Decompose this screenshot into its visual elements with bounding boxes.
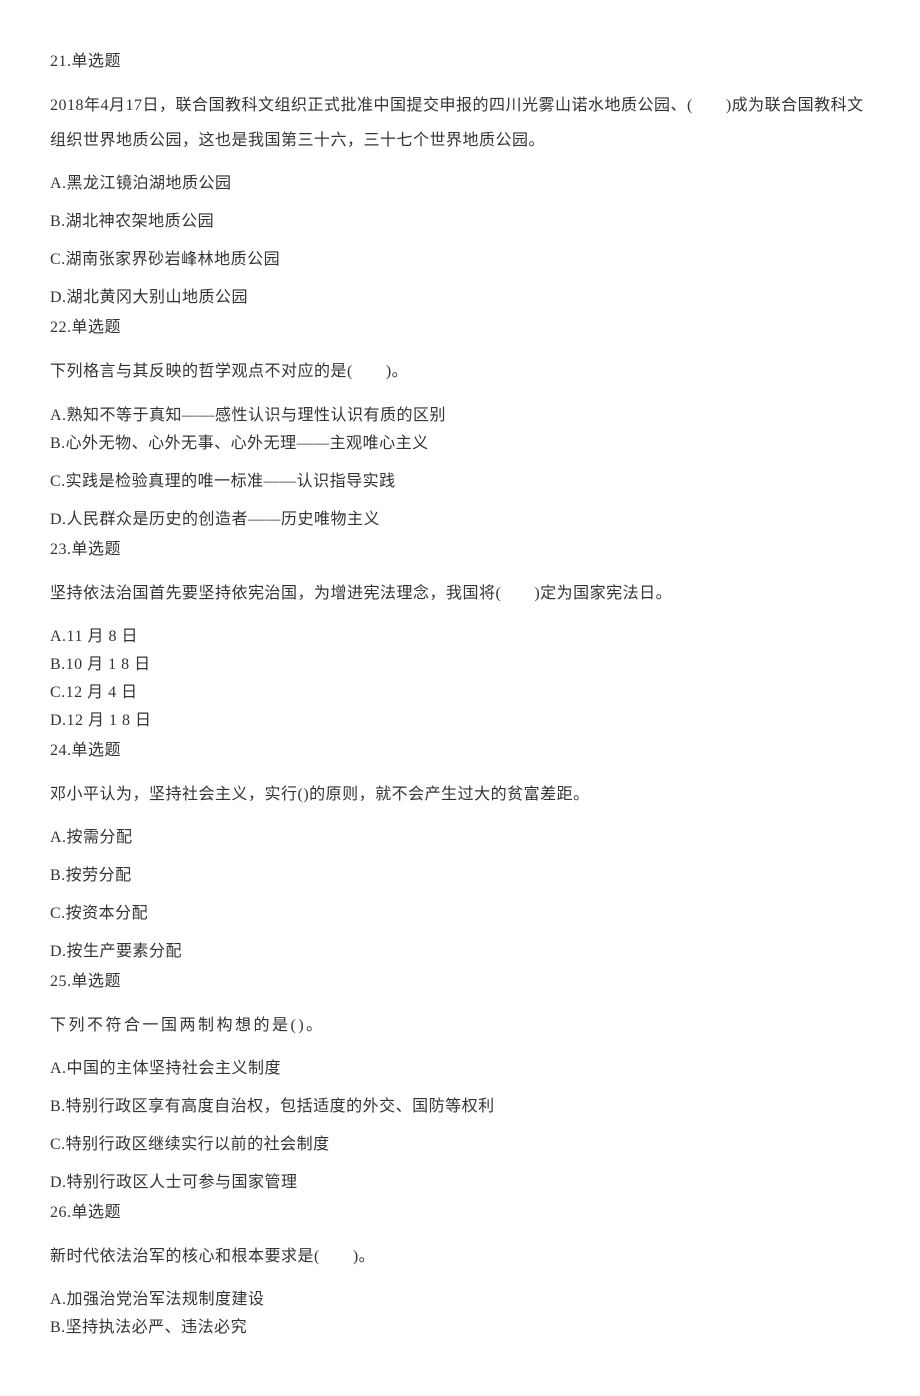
- question-21: 21.单选题 2018年4月17日，联合国教科文组织正式批准中国提交申报的四川光…: [50, 50, 870, 310]
- question-header: 24.单选题: [50, 739, 870, 763]
- option-c: C.湖南张家界砂岩峰林地质公园: [50, 248, 870, 272]
- option-d: D.按生产要素分配: [50, 940, 870, 964]
- option-d: D.人民群众是历史的创造者——历史唯物主义: [50, 508, 870, 532]
- option-a: A.熟知不等于真知——感性认识与理性认识有质的区别: [50, 404, 870, 428]
- question-stem: 新时代依法治军的核心和根本要求是( )。: [50, 1239, 870, 1274]
- option-d: D.特别行政区人士可参与国家管理: [50, 1171, 870, 1195]
- question-stem: 2018年4月17日，联合国教科文组织正式批准中国提交申报的四川光雾山诺水地质公…: [50, 88, 870, 158]
- option-a: A.11 月 8 日: [50, 625, 870, 649]
- question-25: 25.单选题 下列不符合一国两制构想的是()。 A.中国的主体坚持社会主义制度 …: [50, 970, 870, 1195]
- question-stem: 邓小平认为，坚持社会主义，实行()的原则，就不会产生过大的贫富差距。: [50, 777, 870, 812]
- option-b: B.特别行政区享有高度自治权，包括适度的外交、国防等权利: [50, 1095, 870, 1119]
- option-a: A.按需分配: [50, 826, 870, 850]
- option-d: D.湖北黄冈大别山地质公园: [50, 286, 870, 310]
- option-d: D.12 月 1 8 日: [50, 709, 870, 733]
- question-24: 24.单选题 邓小平认为，坚持社会主义，实行()的原则，就不会产生过大的贫富差距…: [50, 739, 870, 964]
- question-header: 21.单选题: [50, 50, 870, 74]
- option-b: B.按劳分配: [50, 864, 870, 888]
- question-stem: 下列不符合一国两制构想的是()。: [50, 1008, 870, 1043]
- question-26: 26.单选题 新时代依法治军的核心和根本要求是( )。 A.加强治党治军法规制度…: [50, 1201, 870, 1340]
- option-c: C.实践是检验真理的唯一标准——认识指导实践: [50, 470, 870, 494]
- option-c: C.特别行政区继续实行以前的社会制度: [50, 1133, 870, 1157]
- option-b: B.心外无物、心外无事、心外无理——主观唯心主义: [50, 432, 870, 456]
- option-a: A.中国的主体坚持社会主义制度: [50, 1057, 870, 1081]
- question-23: 23.单选题 坚持依法治国首先要坚持依宪治国，为增进宪法理念，我国将( )定为国…: [50, 538, 870, 733]
- option-b: B.湖北神农架地质公园: [50, 210, 870, 234]
- option-c: C.12 月 4 日: [50, 681, 870, 705]
- option-a: A.加强治党治军法规制度建设: [50, 1288, 870, 1312]
- question-header: 23.单选题: [50, 538, 870, 562]
- option-b: B.10 月 1 8 日: [50, 653, 870, 677]
- question-stem: 坚持依法治国首先要坚持依宪治国，为增进宪法理念，我国将( )定为国家宪法日。: [50, 576, 870, 611]
- question-22: 22.单选题 下列格言与其反映的哲学观点不对应的是( )。 A.熟知不等于真知—…: [50, 316, 870, 531]
- question-header: 25.单选题: [50, 970, 870, 994]
- option-b: B.坚持执法必严、违法必究: [50, 1316, 870, 1340]
- question-stem: 下列格言与其反映的哲学观点不对应的是( )。: [50, 354, 870, 389]
- question-header: 22.单选题: [50, 316, 870, 340]
- option-c: C.按资本分配: [50, 902, 870, 926]
- question-header: 26.单选题: [50, 1201, 870, 1225]
- option-a: A.黑龙江镜泊湖地质公园: [50, 172, 870, 196]
